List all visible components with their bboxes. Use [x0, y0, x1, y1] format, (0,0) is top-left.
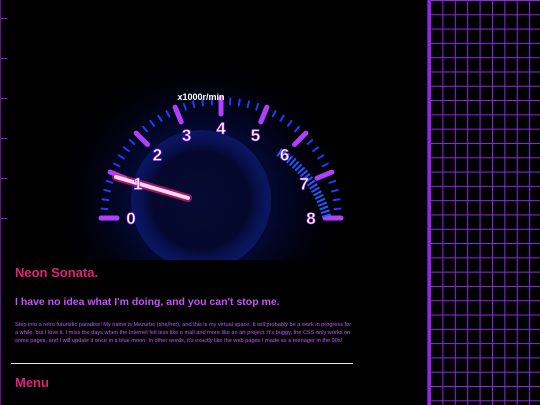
site-tagline: I have no idea what I'm doing, and you c… — [15, 296, 280, 308]
edge-tick — [1, 98, 7, 99]
edge-tick — [1, 218, 7, 219]
gauge-tick-label: 6 — [280, 145, 289, 164]
gauge-tick-label: 0 — [126, 209, 135, 228]
gauge-minor-tick — [101, 198, 110, 202]
gauge-tick-label: 2 — [153, 145, 162, 164]
gauge-tick-label: 3 — [182, 126, 191, 145]
gauge-tick-label: 7 — [299, 175, 308, 194]
gauge-tick-label: 8 — [306, 209, 315, 228]
intro-paragraph: Step into a retro futuristic paradise! M… — [15, 322, 352, 345]
edge-tick — [1, 18, 7, 19]
rpm-unit-label: x1000r/min — [177, 92, 224, 102]
gauge-tick-label: 1 — [133, 175, 142, 194]
gauge-minor-tick — [246, 100, 251, 109]
menu-heading: Menu — [15, 375, 49, 390]
gauge-tick-label: 5 — [251, 126, 260, 145]
edge-tick — [1, 178, 7, 179]
edge-tick — [1, 138, 7, 139]
edge-tick — [1, 58, 7, 59]
gauge-tick-label: 4 — [216, 119, 226, 138]
gauge-minor-tick — [103, 188, 112, 193]
site-title: Neon Sonata. — [15, 265, 99, 280]
horizontal-divider — [11, 363, 353, 364]
neon-grid-sidebar — [428, 0, 540, 405]
gauge-minor-tick — [330, 188, 339, 193]
tachometer-banner-image: x1000r/min 0 12 3 4 5 67 8 — [61, 50, 351, 260]
gauge-minor-tick — [191, 100, 196, 109]
gauge-minor-tick — [332, 198, 341, 202]
gauge-minor-tick — [237, 98, 241, 107]
main-content: x1000r/min 0 12 3 4 5 67 8 Neon Sonata. I have… — [0, 0, 428, 405]
